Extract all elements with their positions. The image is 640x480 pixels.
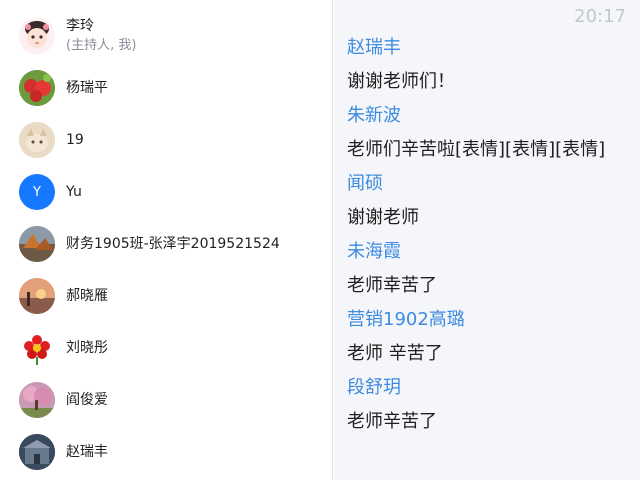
message-text: 谢谢老师们！ <box>347 71 455 92</box>
sunset-avatar <box>19 278 55 314</box>
participant-name: 阎俊爱 <box>66 392 108 408</box>
kitten-avatar <box>19 122 55 158</box>
participant-name: 刘晓彤 <box>66 340 108 356</box>
blossom-tree-avatar <box>19 382 55 418</box>
avatar-initial: Y <box>33 184 41 200</box>
participant-row[interactable]: Y Yu <box>0 166 333 218</box>
letter-avatar: Y <box>19 174 55 210</box>
red-flower-avatar <box>19 330 55 366</box>
meeting-window: 李玲 (主持人, 我) 杨瑞平 19 Y Yu 财务1905班-张泽宇20195… <box>0 0 640 480</box>
participant-name: Yu <box>66 184 82 200</box>
message-text: 老师们辛苦啦[表情][表情][表情] <box>347 139 606 160</box>
clock-time: 20:17 <box>574 6 626 27</box>
participant-row[interactable]: 郝晓雁 <box>0 270 333 322</box>
message-text: 谢谢老师 <box>347 207 419 228</box>
participant-row[interactable]: 李玲 (主持人, 我) <box>0 10 333 62</box>
message-text: 老师辛苦了 <box>347 411 437 432</box>
message-sender[interactable]: 段舒玥 <box>347 376 401 400</box>
participant-row[interactable]: 赵瑞丰 <box>0 426 333 478</box>
participant-name: 郝晓雁 <box>66 288 108 304</box>
message-sender[interactable]: 未海霞 <box>347 240 401 264</box>
chat-panel[interactable]: 20:17 赵瑞丰 谢谢老师们！ 朱新波 老师们辛苦啦[表情][表情][表情] … <box>334 0 640 480</box>
participant-list[interactable]: 李玲 (主持人, 我) 杨瑞平 19 Y Yu 财务1905班-张泽宇20195… <box>0 0 333 480</box>
message-sender[interactable]: 闻硕 <box>347 172 383 196</box>
strawberries-avatar <box>19 70 55 106</box>
message-text: 老师 辛苦了 <box>347 343 443 364</box>
participant-name: 杨瑞平 <box>66 80 108 96</box>
participant-name: 李玲 <box>66 18 94 34</box>
participant-row[interactable]: 杨瑞平 <box>0 62 333 114</box>
message-text: 老师幸苦了 <box>347 275 437 296</box>
message-sender[interactable]: 朱新波 <box>347 104 401 128</box>
participant-name: 19 <box>66 132 84 148</box>
message-sender[interactable]: 赵瑞丰 <box>347 36 401 60</box>
cartoon-girl-avatar <box>19 18 55 54</box>
message-sender[interactable]: 营销1902高璐 <box>347 308 465 332</box>
landscape-avatar <box>19 226 55 262</box>
participant-name: 赵瑞丰 <box>66 444 108 460</box>
participant-row[interactable]: 19 <box>0 114 333 166</box>
participant-name: 财务1905班-张泽宇2019521524 <box>66 236 280 252</box>
participant-role: (主持人, 我) <box>66 38 137 53</box>
building-avatar <box>19 434 55 470</box>
participant-row[interactable]: 阎俊爱 <box>0 374 333 426</box>
participant-row[interactable]: 刘晓彤 <box>0 322 333 374</box>
participant-row[interactable]: 财务1905班-张泽宇2019521524 <box>0 218 333 270</box>
